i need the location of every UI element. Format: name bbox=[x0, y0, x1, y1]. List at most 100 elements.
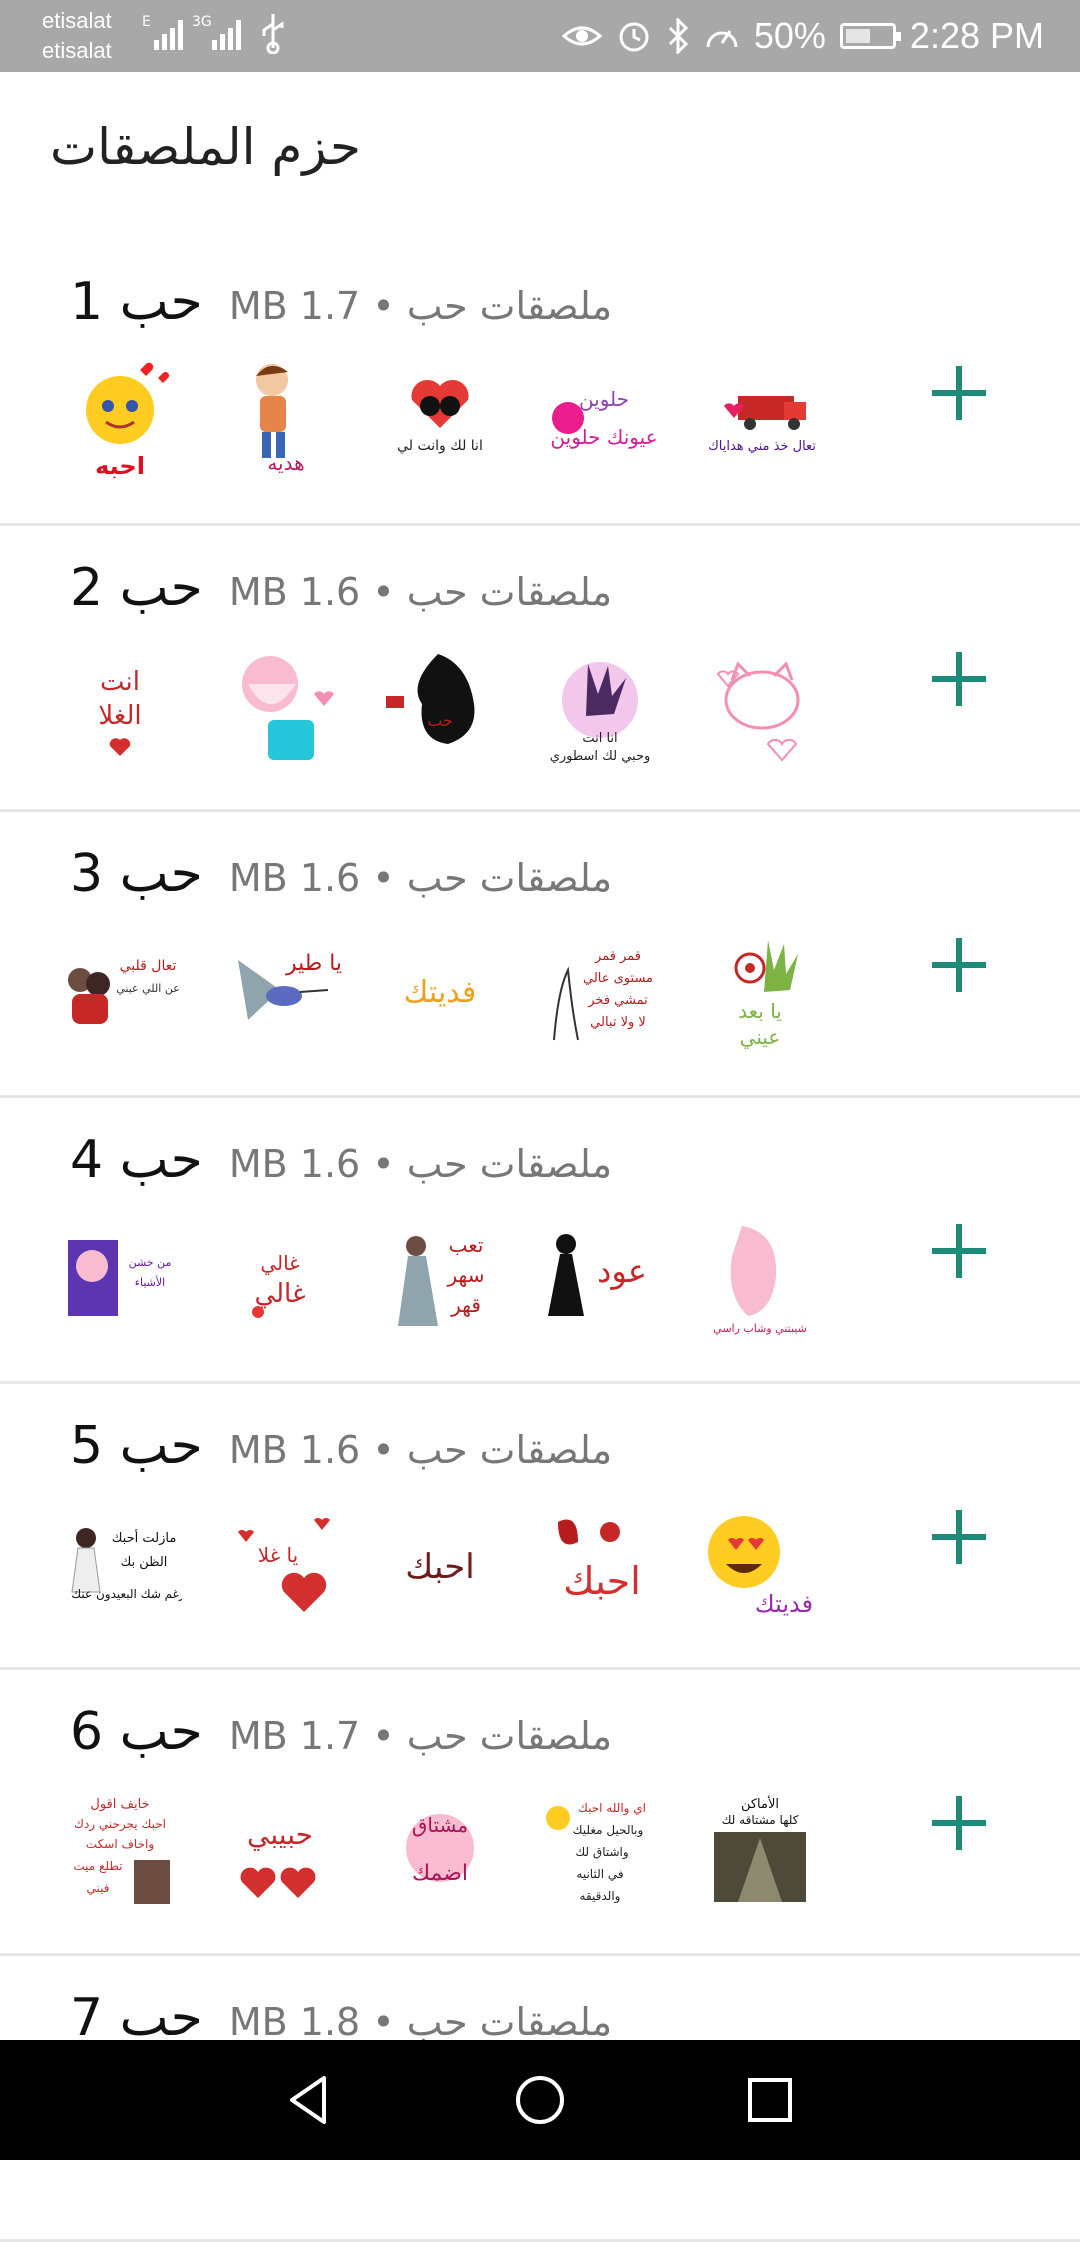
bluetooth-icon bbox=[668, 18, 688, 54]
kiss-text-sticker-icon: حلوين عيونك حلوين bbox=[550, 387, 657, 449]
truck-hearts-sticker-icon: تعال خذ مني هداياك bbox=[708, 396, 816, 454]
svg-text:انت: انت bbox=[100, 667, 140, 697]
sticker-thumbnail: انا انت وحبي لك اسطوري bbox=[538, 644, 662, 768]
pink-sketch-girl-sticker-icon: شيبتني وشاب راسي bbox=[713, 1226, 807, 1335]
svg-text:اضمك: اضمك bbox=[412, 1861, 468, 1886]
sticker-thumbnail: خايف اقول احبك يجرحني ردك واخاف اسكت تطل… bbox=[58, 1788, 182, 1912]
svg-text:اي والله احبك: اي والله احبك bbox=[578, 1801, 646, 1816]
sticker-pack-1[interactable]: حب 1 ملصقات حب • 1.7 MB احبه هديه انا لك… bbox=[0, 240, 1080, 526]
hello-kitty-sticker-icon bbox=[716, 661, 800, 762]
pack-meta: ملصقات حب • 1.6 MB bbox=[228, 856, 613, 900]
sticker-thumbnail: تعال خذ مني هداياك bbox=[698, 358, 822, 482]
sticker-preview-row: من خشن الأشياء غالي غالي تعب سهر قهر عود… bbox=[58, 1216, 822, 1340]
sticker-thumbnail: الأماكن كلها مشتاقه لك bbox=[698, 1788, 822, 1912]
add-pack-button[interactable] bbox=[924, 930, 994, 1000]
butterfly-rose-sticker-icon: احبك bbox=[558, 1519, 641, 1603]
woman-black-dress-sticker-icon: عود bbox=[548, 1234, 647, 1316]
poem-couple-sticker-icon: خايف اقول احبك يجرحني ردك واخاف اسكت تطل… bbox=[73, 1797, 170, 1904]
pack-name: حب 3 bbox=[70, 844, 203, 904]
sticker-thumbnail: حب bbox=[378, 644, 502, 768]
poem-text-sticker-icon: قمر قمر مستوى عالي تمشي فخر لا ولا تبالي bbox=[553, 949, 653, 1041]
sticker-thumbnail: مشتاق اضمك bbox=[378, 1788, 502, 1912]
pack-meta: ملصقات حب • 1.6 MB bbox=[228, 1428, 613, 1472]
sticker-preview-row: خايف اقول احبك يجرحني ردك واخاف اسكت تطل… bbox=[58, 1788, 822, 1912]
svg-text:سهر: سهر bbox=[446, 1263, 484, 1287]
svg-text:احبك يجرحني ردك: احبك يجرحني ردك bbox=[74, 1817, 166, 1832]
hummingbird-sticker-icon: يا طير bbox=[238, 951, 342, 1020]
sticker-pack-3[interactable]: حب 3 ملصقات حب • 1.6 MB تعال قلبي عن الل… bbox=[0, 812, 1080, 1098]
navigation-bar bbox=[0, 2040, 1080, 2160]
boy-gift-sticker-icon: هديه bbox=[256, 364, 305, 475]
sticker-preview-row: مازلت أحبك الظن بك رغم شك البعيدون عنك ي… bbox=[58, 1502, 822, 1626]
svg-text:وحبي لك اسطوري: وحبي لك اسطوري bbox=[550, 749, 651, 764]
sticker-thumbnail: حلوين عيونك حلوين bbox=[538, 358, 662, 482]
svg-text:رغم شك البعيدون عنك: رغم شك البعيدون عنك bbox=[71, 1587, 182, 1602]
heart-eyes-emoji-sticker-icon: فديتك bbox=[708, 1516, 813, 1618]
add-pack-button[interactable] bbox=[924, 358, 994, 428]
mushtaq-pink-sticker-icon: مشتاق اضمك bbox=[406, 1813, 474, 1886]
sticker-thumbnail: شيبتني وشاب راسي bbox=[698, 1216, 822, 1340]
sticker-thumbnail: حبيبي bbox=[218, 1788, 342, 1912]
svg-text:يا طير: يا طير bbox=[285, 951, 342, 976]
sticker-pack-6[interactable]: حب 6 ملصقات حب • 1.7 MB خايف اقول احبك ي… bbox=[0, 1670, 1080, 1956]
svg-text:خايف اقول: خايف اقول bbox=[90, 1797, 149, 1812]
sticker-thumbnail: قمر قمر مستوى عالي تمشي فخر لا ولا تبالي bbox=[538, 930, 662, 1054]
svg-text:حب: حب bbox=[427, 711, 453, 730]
sticker-thumbnail: مازلت أحبك الظن بك رغم شك البعيدون عنك bbox=[58, 1502, 182, 1626]
svg-text:تمشي فخر: تمشي فخر bbox=[587, 993, 648, 1008]
sticker-thumbnail: فديتك bbox=[378, 930, 502, 1054]
svg-text:فديتك: فديتك bbox=[755, 1590, 813, 1618]
speed-icon bbox=[706, 30, 738, 48]
red-text-sticker-icon: غالي غالي bbox=[252, 1251, 306, 1318]
pack-name: حب 6 bbox=[70, 1702, 203, 1762]
pack-name: حب 7 bbox=[70, 1988, 203, 2048]
sticker-pack-list: حب 1 ملصقات حب • 1.7 MB احبه هديه انا لك… bbox=[0, 240, 1080, 2242]
add-pack-button[interactable] bbox=[924, 644, 994, 714]
pack-name: حب 5 bbox=[70, 1416, 203, 1476]
sticker-thumbnail: يا طير bbox=[218, 930, 342, 1054]
pack-meta: ملصقات حب • 1.7 MB bbox=[228, 1714, 613, 1758]
svg-text:عيني: عيني bbox=[740, 1025, 781, 1050]
sticker-thumbnail: احبك bbox=[378, 1502, 502, 1626]
tunnel-places-sticker-icon: الأماكن كلها مشتاقه لك bbox=[714, 1795, 806, 1902]
svg-text:تعب: تعب bbox=[449, 1233, 484, 1257]
svg-text:شيبتني وشاب راسي: شيبتني وشاب راسي bbox=[713, 1322, 807, 1335]
svg-text:والدقيقه: والدقيقه bbox=[580, 1889, 621, 1904]
eye-icon bbox=[561, 26, 602, 46]
couple-hug-sticker-icon: تعال قلبي عن اللي عيني bbox=[68, 958, 180, 1024]
pack-name: حب 1 bbox=[70, 272, 203, 332]
add-pack-button[interactable] bbox=[924, 1216, 994, 1286]
usb-icon bbox=[262, 14, 284, 54]
sticker-pack-5[interactable]: حب 5 ملصقات حب • 1.6 MB مازلت أحبك الظن … bbox=[0, 1384, 1080, 1670]
hearts-ya-ghala-sticker-icon: يا غلا bbox=[238, 1518, 330, 1612]
svg-text:قهر: قهر bbox=[450, 1293, 481, 1317]
back-icon[interactable] bbox=[280, 2070, 340, 2130]
svg-text:مازلت أحبك: مازلت أحبك bbox=[112, 1529, 177, 1546]
pack-meta: ملصقات حب • 1.8 MB bbox=[228, 2000, 613, 2044]
svg-text:احبك: احبك bbox=[563, 1559, 641, 1603]
svg-text:احبك: احبك bbox=[405, 1547, 474, 1587]
svg-text:لا ولا تبالي: لا ولا تبالي bbox=[590, 1015, 646, 1030]
sticker-thumbnail: يا بعد عيني bbox=[698, 930, 822, 1054]
svg-text:واشتاق لك: واشتاق لك bbox=[575, 1845, 628, 1860]
svg-text:3G: 3G bbox=[192, 14, 212, 30]
emoji-poem-sticker-icon: اي والله احبك وبالحيل مغليك واشتاق لك في… bbox=[546, 1801, 646, 1904]
svg-text:يا بعد: يا بعد bbox=[738, 999, 782, 1023]
sticker-thumbnail: غالي غالي bbox=[218, 1216, 342, 1340]
svg-text:مشتاق: مشتاق bbox=[412, 1813, 468, 1837]
sticker-thumbnail: تعال قلبي عن اللي عيني bbox=[58, 930, 182, 1054]
home-icon[interactable] bbox=[510, 2070, 570, 2130]
svg-text:فديتك: فديتك bbox=[404, 975, 477, 1010]
recent-apps-icon[interactable] bbox=[740, 2070, 800, 2130]
svg-text:تعال قلبي: تعال قلبي bbox=[120, 958, 177, 974]
sticker-thumbnail: من خشن الأشياء bbox=[58, 1216, 182, 1340]
svg-text:احبه: احبه bbox=[95, 452, 145, 480]
sticker-pack-4[interactable]: حب 4 ملصقات حب • 1.6 MB من خشن الأشياء غ… bbox=[0, 1098, 1080, 1384]
status-bar: etisalat etisalat E 3G 50% 2:28 PM bbox=[0, 0, 1080, 72]
svg-text:حبيبي: حبيبي bbox=[247, 1818, 313, 1851]
alarm-icon bbox=[619, 22, 649, 52]
sticker-pack-2[interactable]: حب 2 ملصقات حب • 1.6 MB انت الغلا حب انا… bbox=[0, 526, 1080, 812]
add-pack-button[interactable] bbox=[924, 1502, 994, 1572]
add-pack-button[interactable] bbox=[924, 1788, 994, 1858]
pack-meta: ملصقات حب • 1.6 MB bbox=[228, 1142, 613, 1186]
